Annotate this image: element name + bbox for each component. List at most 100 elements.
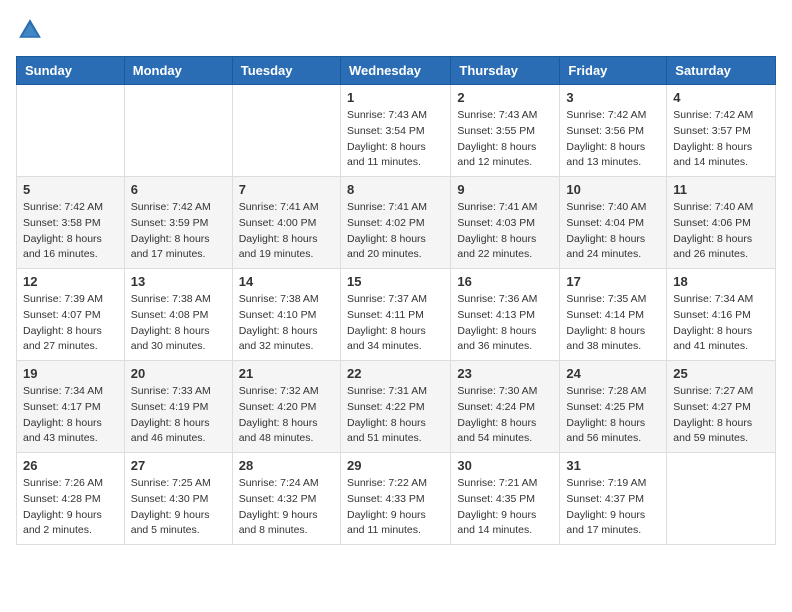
day-number: 8 [347,182,444,197]
day-info: Sunrise: 7:30 AM Sunset: 4:24 PM Dayligh… [457,384,553,447]
calendar-table: SundayMondayTuesdayWednesdayThursdayFrid… [16,56,776,545]
day-info: Sunrise: 7:38 AM Sunset: 4:10 PM Dayligh… [239,292,334,355]
calendar-cell-3-4: 23Sunrise: 7:30 AM Sunset: 4:24 PM Dayli… [451,361,560,453]
calendar-cell-0-2 [232,85,340,177]
day-number: 24 [566,366,660,381]
day-info: Sunrise: 7:42 AM Sunset: 3:56 PM Dayligh… [566,108,660,171]
day-number: 21 [239,366,334,381]
calendar-cell-1-0: 5 Sunrise: 7:42 AM Sunset: 3:58 PM Daylig… [17,177,125,269]
day-number: 19 [23,366,118,381]
calendar-week-3: 12 Sunrise: 7:39 AM Sunset: 4:07 PM Dayli… [17,269,776,361]
calendar-cell-0-4: 2 Sunrise: 7:43 AM Sunset: 3:55 PM Daylig… [451,85,560,177]
logo-icon [16,16,44,44]
calendar-cell-1-2: 7 Sunrise: 7:41 AM Sunset: 4:00 PM Daylig… [232,177,340,269]
day-number: 22 [347,366,444,381]
calendar-cell-4-4: 30 Sunrise: 7:21 AM Sunset: 4:35 PM Dayli… [451,453,560,545]
day-info: Sunrise: 7:39 AM Sunset: 4:07 PM Dayligh… [23,292,118,355]
calendar-cell-3-2: 21Sunrise: 7:32 AM Sunset: 4:20 PM Dayli… [232,361,340,453]
day-number: 9 [457,182,553,197]
day-info: Sunrise: 7:34 AM Sunset: 4:16 PM Dayligh… [673,292,769,355]
day-info: Sunrise: 7:26 AM Sunset: 4:28 PM Dayligh… [23,476,118,539]
calendar-cell-4-3: 29Sunrise: 7:22 AM Sunset: 4:33 PM Dayli… [340,453,450,545]
weekday-header-monday: Monday [124,57,232,85]
calendar-header-row: SundayMondayTuesdayWednesdayThursdayFrid… [17,57,776,85]
day-info: Sunrise: 7:40 AM Sunset: 4:04 PM Dayligh… [566,200,660,263]
day-number: 29 [347,458,444,473]
day-number: 11 [673,182,769,197]
day-number: 18 [673,274,769,289]
calendar-cell-2-0: 12 Sunrise: 7:39 AM Sunset: 4:07 PM Dayli… [17,269,125,361]
day-info: Sunrise: 7:43 AM Sunset: 3:55 PM Dayligh… [457,108,553,171]
calendar-cell-3-1: 20Sunrise: 7:33 AM Sunset: 4:19 PM Dayli… [124,361,232,453]
day-number: 5 [23,182,118,197]
calendar-cell-2-4: 16 Sunrise: 7:36 AM Sunset: 4:13 PM Dayli… [451,269,560,361]
day-info: Sunrise: 7:38 AM Sunset: 4:08 PM Dayligh… [131,292,226,355]
calendar-week-4: 19 Sunrise: 7:34 AM Sunset: 4:17 PM Dayli… [17,361,776,453]
day-info: Sunrise: 7:27 AM Sunset: 4:27 PM Dayligh… [673,384,769,447]
day-info: Sunrise: 7:35 AM Sunset: 4:14 PM Dayligh… [566,292,660,355]
day-info: Sunrise: 7:31 AM Sunset: 4:22 PM Dayligh… [347,384,444,447]
calendar-cell-1-4: 9 Sunrise: 7:41 AM Sunset: 4:03 PM Daylig… [451,177,560,269]
calendar-cell-2-6: 18 Sunrise: 7:34 AM Sunset: 4:16 PM Dayli… [667,269,776,361]
day-info: Sunrise: 7:41 AM Sunset: 4:03 PM Dayligh… [457,200,553,263]
calendar-cell-4-1: 27 Sunrise: 7:25 AM Sunset: 4:30 PM Dayli… [124,453,232,545]
calendar-cell-3-3: 22 Sunrise: 7:31 AM Sunset: 4:22 PM Dayli… [340,361,450,453]
day-number: 27 [131,458,226,473]
calendar-cell-1-1: 6 Sunrise: 7:42 AM Sunset: 3:59 PM Daylig… [124,177,232,269]
calendar-cell-2-3: 15Sunrise: 7:37 AM Sunset: 4:11 PM Dayli… [340,269,450,361]
calendar-cell-0-6: 4Sunrise: 7:42 AM Sunset: 3:57 PM Daylig… [667,85,776,177]
weekday-header-tuesday: Tuesday [232,57,340,85]
day-info: Sunrise: 7:43 AM Sunset: 3:54 PM Dayligh… [347,108,444,171]
day-info: Sunrise: 7:42 AM Sunset: 3:58 PM Dayligh… [23,200,118,263]
calendar-cell-3-0: 19 Sunrise: 7:34 AM Sunset: 4:17 PM Dayli… [17,361,125,453]
calendar-cell-3-5: 24 Sunrise: 7:28 AM Sunset: 4:25 PM Dayli… [560,361,667,453]
day-info: Sunrise: 7:21 AM Sunset: 4:35 PM Dayligh… [457,476,553,539]
day-info: Sunrise: 7:42 AM Sunset: 3:57 PM Dayligh… [673,108,769,171]
calendar-cell-0-0 [17,85,125,177]
day-info: Sunrise: 7:28 AM Sunset: 4:25 PM Dayligh… [566,384,660,447]
calendar-cell-1-5: 10 Sunrise: 7:40 AM Sunset: 4:04 PM Dayli… [560,177,667,269]
calendar-cell-0-5: 3 Sunrise: 7:42 AM Sunset: 3:56 PM Daylig… [560,85,667,177]
day-info: Sunrise: 7:40 AM Sunset: 4:06 PM Dayligh… [673,200,769,263]
weekday-header-thursday: Thursday [451,57,560,85]
day-info: Sunrise: 7:41 AM Sunset: 4:00 PM Dayligh… [239,200,334,263]
calendar-cell-0-1 [124,85,232,177]
logo [16,16,48,44]
day-number: 14 [239,274,334,289]
day-number: 6 [131,182,226,197]
weekday-header-saturday: Saturday [667,57,776,85]
calendar-cell-3-6: 25 Sunrise: 7:27 AM Sunset: 4:27 PM Dayli… [667,361,776,453]
day-number: 3 [566,90,660,105]
calendar-week-2: 5 Sunrise: 7:42 AM Sunset: 3:58 PM Daylig… [17,177,776,269]
calendar-cell-0-3: 1 Sunrise: 7:43 AM Sunset: 3:54 PM Daylig… [340,85,450,177]
day-info: Sunrise: 7:25 AM Sunset: 4:30 PM Dayligh… [131,476,226,539]
day-number: 20 [131,366,226,381]
weekday-header-wednesday: Wednesday [340,57,450,85]
weekday-header-sunday: Sunday [17,57,125,85]
day-info: Sunrise: 7:34 AM Sunset: 4:17 PM Dayligh… [23,384,118,447]
day-number: 13 [131,274,226,289]
day-number: 10 [566,182,660,197]
day-number: 2 [457,90,553,105]
day-number: 30 [457,458,553,473]
day-number: 25 [673,366,769,381]
day-number: 7 [239,182,334,197]
calendar-week-1: 1 Sunrise: 7:43 AM Sunset: 3:54 PM Daylig… [17,85,776,177]
calendar-cell-4-0: 26Sunrise: 7:26 AM Sunset: 4:28 PM Dayli… [17,453,125,545]
calendar-cell-2-2: 14 Sunrise: 7:38 AM Sunset: 4:10 PM Dayli… [232,269,340,361]
page-header [16,16,776,44]
day-info: Sunrise: 7:41 AM Sunset: 4:02 PM Dayligh… [347,200,444,263]
weekday-header-friday: Friday [560,57,667,85]
day-number: 28 [239,458,334,473]
day-number: 31 [566,458,660,473]
day-number: 15 [347,274,444,289]
calendar-cell-4-6 [667,453,776,545]
day-number: 1 [347,90,444,105]
day-info: Sunrise: 7:24 AM Sunset: 4:32 PM Dayligh… [239,476,334,539]
day-number: 16 [457,274,553,289]
day-number: 12 [23,274,118,289]
day-info: Sunrise: 7:36 AM Sunset: 4:13 PM Dayligh… [457,292,553,355]
day-info: Sunrise: 7:19 AM Sunset: 4:37 PM Dayligh… [566,476,660,539]
day-number: 17 [566,274,660,289]
day-info: Sunrise: 7:42 AM Sunset: 3:59 PM Dayligh… [131,200,226,263]
